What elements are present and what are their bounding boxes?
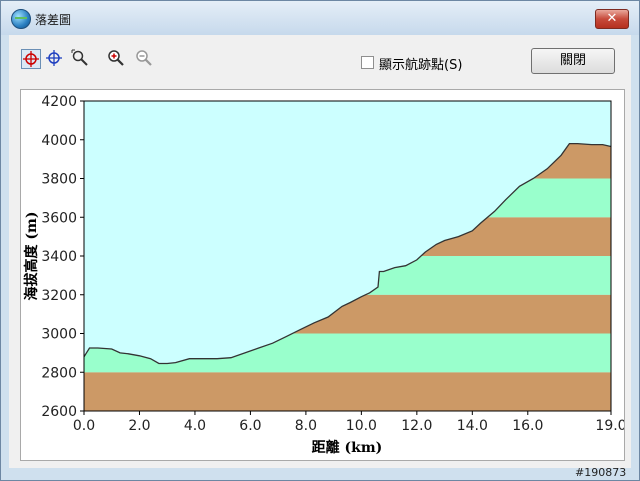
elevation-profile-chart: 2600 2800 3000 3200 3400 3600 3800 4000 4200 0.0…	[23, 94, 627, 456]
window-client-area: 顯示航跡點(S) 關閉 2600 2800 3000 3200 3400 3600 3800…	[9, 35, 631, 468]
y-tick-label: 3400	[41, 249, 77, 265]
waypoint-checkbox-label[interactable]: 顯示航跡點(S)	[379, 54, 462, 73]
y-tick-label: 3200	[41, 288, 77, 304]
y-axis-label: 海拔高度 (m)	[23, 212, 40, 301]
x-tick-label: 6.0	[239, 418, 261, 434]
globe-icon	[11, 9, 31, 29]
zoom-in-icon[interactable]	[107, 49, 127, 69]
waypoint-checkbox[interactable]	[361, 56, 374, 69]
x-tick-label: 2.0	[128, 418, 150, 434]
close-icon: ✕	[606, 11, 618, 26]
blue-crosshair-icon[interactable]	[45, 49, 65, 69]
y-tick-label: 3800	[41, 172, 77, 188]
y-tick-label: 4000	[41, 133, 77, 149]
y-tick-label: 3600	[41, 210, 77, 226]
x-tick-label: 8.0	[295, 418, 317, 434]
profile-chart-panel: 2600 2800 3000 3200 3400 3600 3800 4000 4200 0.0…	[20, 89, 627, 461]
x-axis-label: 距離 (km)	[312, 439, 383, 456]
y-tick-label: 2600	[41, 404, 77, 420]
x-tick-label: 0.0	[73, 418, 95, 434]
x-tick-label: 12.0	[401, 418, 432, 434]
window-title: 落差圖	[35, 13, 72, 27]
zoom-select-icon[interactable]	[71, 49, 91, 69]
window-close-button[interactable]: ✕	[595, 9, 629, 29]
y-tick-label: 4200	[41, 94, 77, 110]
zoom-out-icon[interactable]	[135, 49, 155, 69]
close-button[interactable]: 關閉	[531, 48, 615, 74]
x-tick-label: 14.0	[457, 418, 488, 434]
x-tick-label: 10.0	[346, 418, 377, 434]
title-bar[interactable]: 落差圖 ✕	[1, 1, 639, 35]
x-tick-label: 19.0	[595, 418, 624, 434]
x-tick-label: 4.0	[184, 418, 206, 434]
elevation-band-2600	[84, 372, 611, 411]
profile-window: 落差圖 ✕ 顯示航跡點(S) 關閉 2600 2800 3000 3200 34…	[0, 0, 640, 481]
watermark-id: #190873	[575, 466, 627, 479]
y-tick-label: 2800	[41, 365, 77, 381]
red-crosshair-icon[interactable]	[21, 49, 41, 69]
x-tick-label: 16.0	[512, 418, 543, 434]
y-tick-label: 3000	[41, 327, 77, 343]
